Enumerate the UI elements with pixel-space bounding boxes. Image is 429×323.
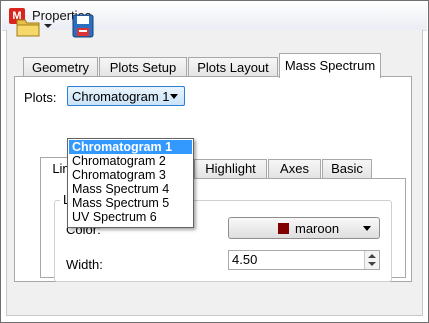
tab-geometry-label: Geometry — [31, 60, 90, 75]
width-value: 4.50 — [232, 252, 258, 267]
tab-axes[interactable]: Axes — [268, 159, 321, 178]
plots-label: Plots: — [24, 90, 57, 105]
list-item[interactable]: Mass Spectrum 5 — [69, 196, 192, 210]
tab-mass-spectrum-label: Mass Spectrum — [284, 58, 376, 73]
tab-plots-layout[interactable]: Plots Layout — [188, 57, 278, 77]
list-item[interactable]: Chromatogram 2 — [69, 154, 192, 168]
tab-highlight[interactable]: Highlight — [194, 159, 267, 178]
tab-plots-layout-label: Plots Layout — [197, 60, 269, 75]
plots-select-value: Chromatogram 1 — [72, 89, 170, 104]
tab-mass-spectrum[interactable]: Mass Spectrum — [279, 53, 381, 78]
tab-highlight-label: Highlight — [205, 161, 256, 176]
tab-plots-setup[interactable]: Plots Setup — [99, 57, 187, 77]
spin-down-icon[interactable] — [368, 262, 376, 266]
list-item[interactable]: Chromatogram 1 — [69, 140, 192, 154]
list-item[interactable]: Chromatogram 3 — [69, 168, 192, 182]
plots-select[interactable]: Chromatogram 1 — [67, 86, 185, 106]
tab-basic[interactable]: Basic — [322, 159, 372, 178]
width-spinbox[interactable]: 4.50 — [228, 250, 380, 270]
tab-plots-setup-label: Plots Setup — [109, 60, 177, 75]
title-bar: M Properties — [2, 2, 427, 31]
folder-icon[interactable] — [16, 16, 40, 38]
color-value: maroon — [295, 221, 340, 236]
save-icon[interactable] — [72, 14, 94, 38]
spin-buttons[interactable] — [364, 251, 379, 269]
chevron-down-icon — [170, 94, 178, 99]
color-swatch — [278, 223, 289, 234]
chevron-down-icon — [363, 226, 371, 231]
tab-geometry[interactable]: Geometry — [23, 57, 98, 77]
color-picker-button[interactable]: maroon — [228, 217, 380, 239]
spin-up-icon[interactable] — [368, 254, 376, 258]
tab-axes-label: Axes — [280, 161, 309, 176]
list-item[interactable]: UV Spectrum 6 — [69, 210, 192, 224]
list-item[interactable]: Mass Spectrum 4 — [69, 182, 192, 196]
dropdown-arrow-icon[interactable] — [44, 22, 52, 30]
tab-basic-label: Basic — [331, 161, 363, 176]
width-label: Width: — [66, 257, 103, 272]
plots-dropdown-list: Chromatogram 1 Chromatogram 2 Chromatogr… — [67, 138, 194, 228]
